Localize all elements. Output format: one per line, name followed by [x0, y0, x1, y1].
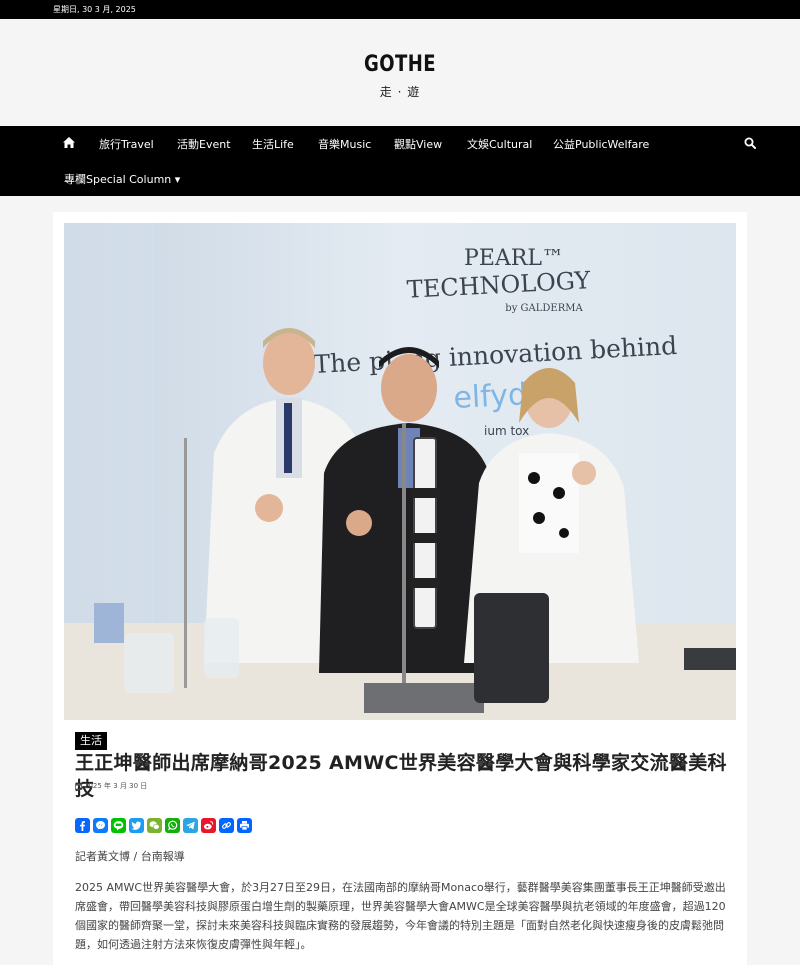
main-nav: 旅行Travel 活動Event 生活Life 音樂Music 觀點View 文…	[0, 126, 800, 196]
copy-link-share-button[interactable]	[219, 818, 234, 833]
search-icon[interactable]	[744, 137, 756, 149]
telegram-icon	[186, 821, 195, 830]
site-title[interactable]: GOTHE	[72, 19, 728, 77]
print-icon	[240, 821, 249, 831]
messenger-icon	[96, 821, 105, 830]
share-buttons	[75, 818, 252, 833]
site-header: GOTHE 走 · 遊	[0, 19, 800, 126]
whatsapp-icon	[168, 820, 178, 831]
byline: 記者黃文博 / 台南報導	[75, 850, 185, 863]
nav-item-cultural[interactable]: 文娛Cultural	[467, 136, 532, 152]
post-date-text: 2025 年 3 月 30 日	[84, 782, 148, 790]
nav-item-event[interactable]: 活動Event	[177, 136, 231, 152]
line-icon	[113, 821, 124, 831]
category-badge[interactable]: 生活	[75, 732, 107, 750]
nav-item-public-welfare[interactable]: 公益PublicWelfare	[553, 136, 649, 152]
top-bar: 星期日, 30 3 月, 2025	[0, 0, 800, 19]
article-title: 王正坤醫師出席摩納哥2025 AMWC世界美容醫學大會與科學家交流醫美科技	[75, 752, 727, 800]
wechat-share-button[interactable]	[147, 818, 162, 833]
telegram-share-button[interactable]	[183, 818, 198, 833]
nav-item-travel[interactable]: 旅行Travel	[99, 136, 154, 152]
banner-brand-sub: ium tox	[484, 424, 529, 438]
twitter-icon	[131, 821, 141, 830]
banner-line-3: by GALDERMA	[505, 303, 583, 314]
post-date: 2025 年 3 月 30 日	[75, 781, 147, 791]
print-share-button[interactable]	[237, 818, 252, 833]
link-icon	[222, 822, 231, 829]
weibo-icon	[203, 821, 214, 830]
calendar-icon	[75, 783, 82, 790]
current-date: 星期日, 30 3 月, 2025	[53, 5, 136, 14]
twitter-share-button[interactable]	[129, 818, 144, 833]
weibo-share-button[interactable]	[201, 818, 216, 833]
wechat-icon	[149, 821, 160, 830]
line-share-button[interactable]	[111, 818, 126, 833]
facebook-share-button[interactable]	[75, 818, 90, 833]
nav-item-life[interactable]: 生活Life	[252, 136, 294, 152]
home-icon[interactable]	[63, 137, 75, 148]
nav-item-special-column[interactable]: 專欄Special Column ▾	[64, 171, 180, 187]
featured-image[interactable]: PEARL™ TECHNOLOGY by GALDERMA The pi ing…	[64, 223, 736, 720]
messenger-share-button[interactable]	[93, 818, 108, 833]
banner-line-1: PEARL™	[464, 246, 564, 271]
whatsapp-share-button[interactable]	[165, 818, 180, 833]
nav-item-music[interactable]: 音樂Music	[318, 136, 371, 152]
nav-item-view[interactable]: 觀點View	[394, 136, 442, 152]
facebook-icon	[80, 821, 85, 831]
article-card: PEARL™ TECHNOLOGY by GALDERMA The pi ing…	[53, 212, 747, 965]
site-subtitle: 走 · 遊	[379, 85, 421, 99]
article-body: 2025 AMWC世界美容醫學大會，於3月27日至29日，在法國南部的摩納哥Mo…	[75, 881, 726, 951]
